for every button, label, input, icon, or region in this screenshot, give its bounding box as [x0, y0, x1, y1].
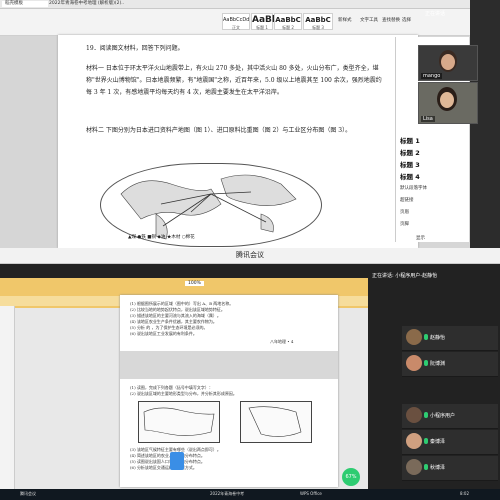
- style-item-hyperlink[interactable]: 超链接: [400, 197, 414, 203]
- participant-tile[interactable]: 小程序用户: [402, 404, 498, 429]
- style-heading-2[interactable]: AaBbC 标题 2: [274, 13, 302, 30]
- pen-cursor-icon: [170, 452, 184, 470]
- pdf-line: (5) 读图说出该国人口与城市的分布特点。: [130, 459, 205, 464]
- pdf-page-gap: [120, 351, 338, 379]
- participant-tile[interactable]: 阮博渊: [402, 352, 498, 377]
- select-button[interactable]: 选择: [402, 17, 411, 23]
- pdf-line: (2) 说出该区域的主要地形类型与分布，并分析其形成原因。: [130, 391, 237, 396]
- mic-icon: [424, 412, 428, 418]
- video-name: Lisa: [421, 116, 435, 122]
- meeting-title: 腾讯会议: [236, 251, 264, 259]
- style-item-header[interactable]: 页眉: [400, 209, 409, 215]
- pdf-line: (1) 根据图所展示的区域（图中的）写出 A、B 两地名称。: [130, 301, 234, 306]
- avatar: [406, 459, 422, 475]
- find-replace-button[interactable]: 查找替换: [382, 17, 400, 23]
- document-page[interactable]: 19．阅读图文材料，回答下列问题。 材料一 日本位于环太平洋火山地震带上，有火山…: [58, 35, 418, 248]
- tab-document[interactable]: 2022年青海卷中考地理 (解析版)(2)..: [46, 1, 172, 7]
- avatar: [406, 407, 422, 423]
- new-style-button[interactable]: 新样式: [338, 17, 352, 23]
- style-item-footer[interactable]: 页脚: [400, 221, 409, 227]
- pdf-page: (1) 根据图所展示的区域（图中的）写出 A、B 两地名称。 (2) 比较当地的…: [120, 295, 338, 487]
- question-heading: 19．阅读图文材料，回答下列问题。: [86, 45, 184, 52]
- map-legend: ▲煤 ●铁 ■铜 ◆油 ★木材 ○棉花: [128, 235, 195, 240]
- video-tile-lisa[interactable]: Lisa: [418, 82, 478, 124]
- tab-template[interactable]: 稻壳模板: [2, 1, 48, 7]
- avatar: [406, 433, 422, 449]
- participant-tile[interactable]: 秦博泽: [402, 430, 498, 455]
- taskbar-clock: 8:02: [460, 491, 469, 496]
- mic-icon: [424, 464, 428, 470]
- video-name: mango: [421, 73, 443, 79]
- style-heading-1[interactable]: AaBl 标题 1: [251, 13, 275, 30]
- meeting-speaking-label: 正在讲话: 小程序用户-赵静怡: [372, 273, 438, 279]
- tab-bar: 稻壳模板 2022年青海卷中考地理 (解析版)(2)..: [0, 0, 500, 9]
- style-normal[interactable]: AaBbCcDd 正文: [222, 13, 250, 30]
- pdf-line: (6) 分析该地区交通运输的主要方式。: [130, 465, 197, 470]
- pdf-page-label: 八年地理 • 4: [270, 339, 294, 344]
- text-tools-button[interactable]: 文字工具: [360, 17, 378, 23]
- participant-name: 秦博泽: [430, 439, 446, 445]
- pdf-line: (4) 该地区农业生产条件优越，其主要农作物为。: [130, 319, 217, 324]
- taskbar-item[interactable]: 2022年青海卷中考: [210, 491, 244, 497]
- pdf-line: (5) 分析 的 ，为了保护生态环境是必须的。: [130, 325, 208, 330]
- style-panel-show[interactable]: 显示: [416, 235, 425, 241]
- pdf-map-1: [138, 401, 220, 443]
- style-heading-3[interactable]: AaBbC 标题 3: [303, 13, 333, 30]
- style-item-default-font[interactable]: 默认段落字体: [400, 185, 427, 191]
- pdf-line: (6) 说出该地区工业发展的有利条件。: [130, 331, 197, 336]
- style-item-heading-2[interactable]: 标题 2: [400, 147, 420, 157]
- video-sidebar: [470, 0, 500, 248]
- taskbar: 腾讯会议 2022年青海卷中考 WPS Office 8:02: [0, 489, 500, 500]
- pdf-line: (3) 描述该地区的主要河流与其流入的海域（属）。: [130, 313, 221, 318]
- mic-icon: [424, 334, 428, 340]
- avatar: [406, 355, 422, 371]
- material-2: 材料二 下图分别为日本进口资料产地图（图 1）、进口原料比重图（图 2）与工业区…: [86, 127, 352, 134]
- material-1: 材料一 日本位于环太平洋火山地震带上，有火山 270 多处，其中活火山 80 多…: [86, 65, 382, 96]
- participant-tile[interactable]: 秋博泽: [402, 456, 498, 481]
- pdf-line: (2) 比较当地的地势起伏特点，说出该区域地势特征。: [130, 307, 225, 312]
- zoom-badge: 67%: [342, 468, 360, 486]
- participant-name: 阮博渊: [430, 361, 446, 367]
- speaking-indicator: 正在讲话: [425, 11, 446, 17]
- pdf-side-toolbar: [0, 306, 15, 489]
- pdf-line: (4) 简述该地区的农业、工业的分布特点。: [130, 453, 205, 458]
- pdf-line: (1) 读图，完成下列各题（括号中填写文字）：: [130, 385, 213, 390]
- taskbar-item[interactable]: 腾讯会议: [20, 491, 36, 497]
- zoom-select[interactable]: 100%: [185, 281, 204, 286]
- style-item-heading-4[interactable]: 标题 4: [400, 171, 420, 181]
- avatar: [406, 329, 422, 345]
- taskbar-item[interactable]: WPS Office: [300, 491, 322, 496]
- participant-name: 小程序用户: [430, 413, 456, 419]
- participant-name: 赵静怡: [430, 335, 446, 341]
- participant-name: 秋博泽: [430, 465, 446, 471]
- participant-tile[interactable]: 赵静怡: [402, 326, 498, 351]
- style-item-heading-3[interactable]: 标题 3: [400, 159, 420, 169]
- style-item-heading-1[interactable]: 标题 1: [400, 135, 420, 145]
- mic-icon: [424, 360, 428, 366]
- video-tile-mango[interactable]: mango: [418, 45, 478, 81]
- mic-icon: [424, 438, 428, 444]
- document-window: 稻壳模板 2022年青海卷中考地理 (解析版)(2).. AaBbCcDd 正文…: [0, 0, 500, 248]
- pdf-map-2: [240, 401, 312, 443]
